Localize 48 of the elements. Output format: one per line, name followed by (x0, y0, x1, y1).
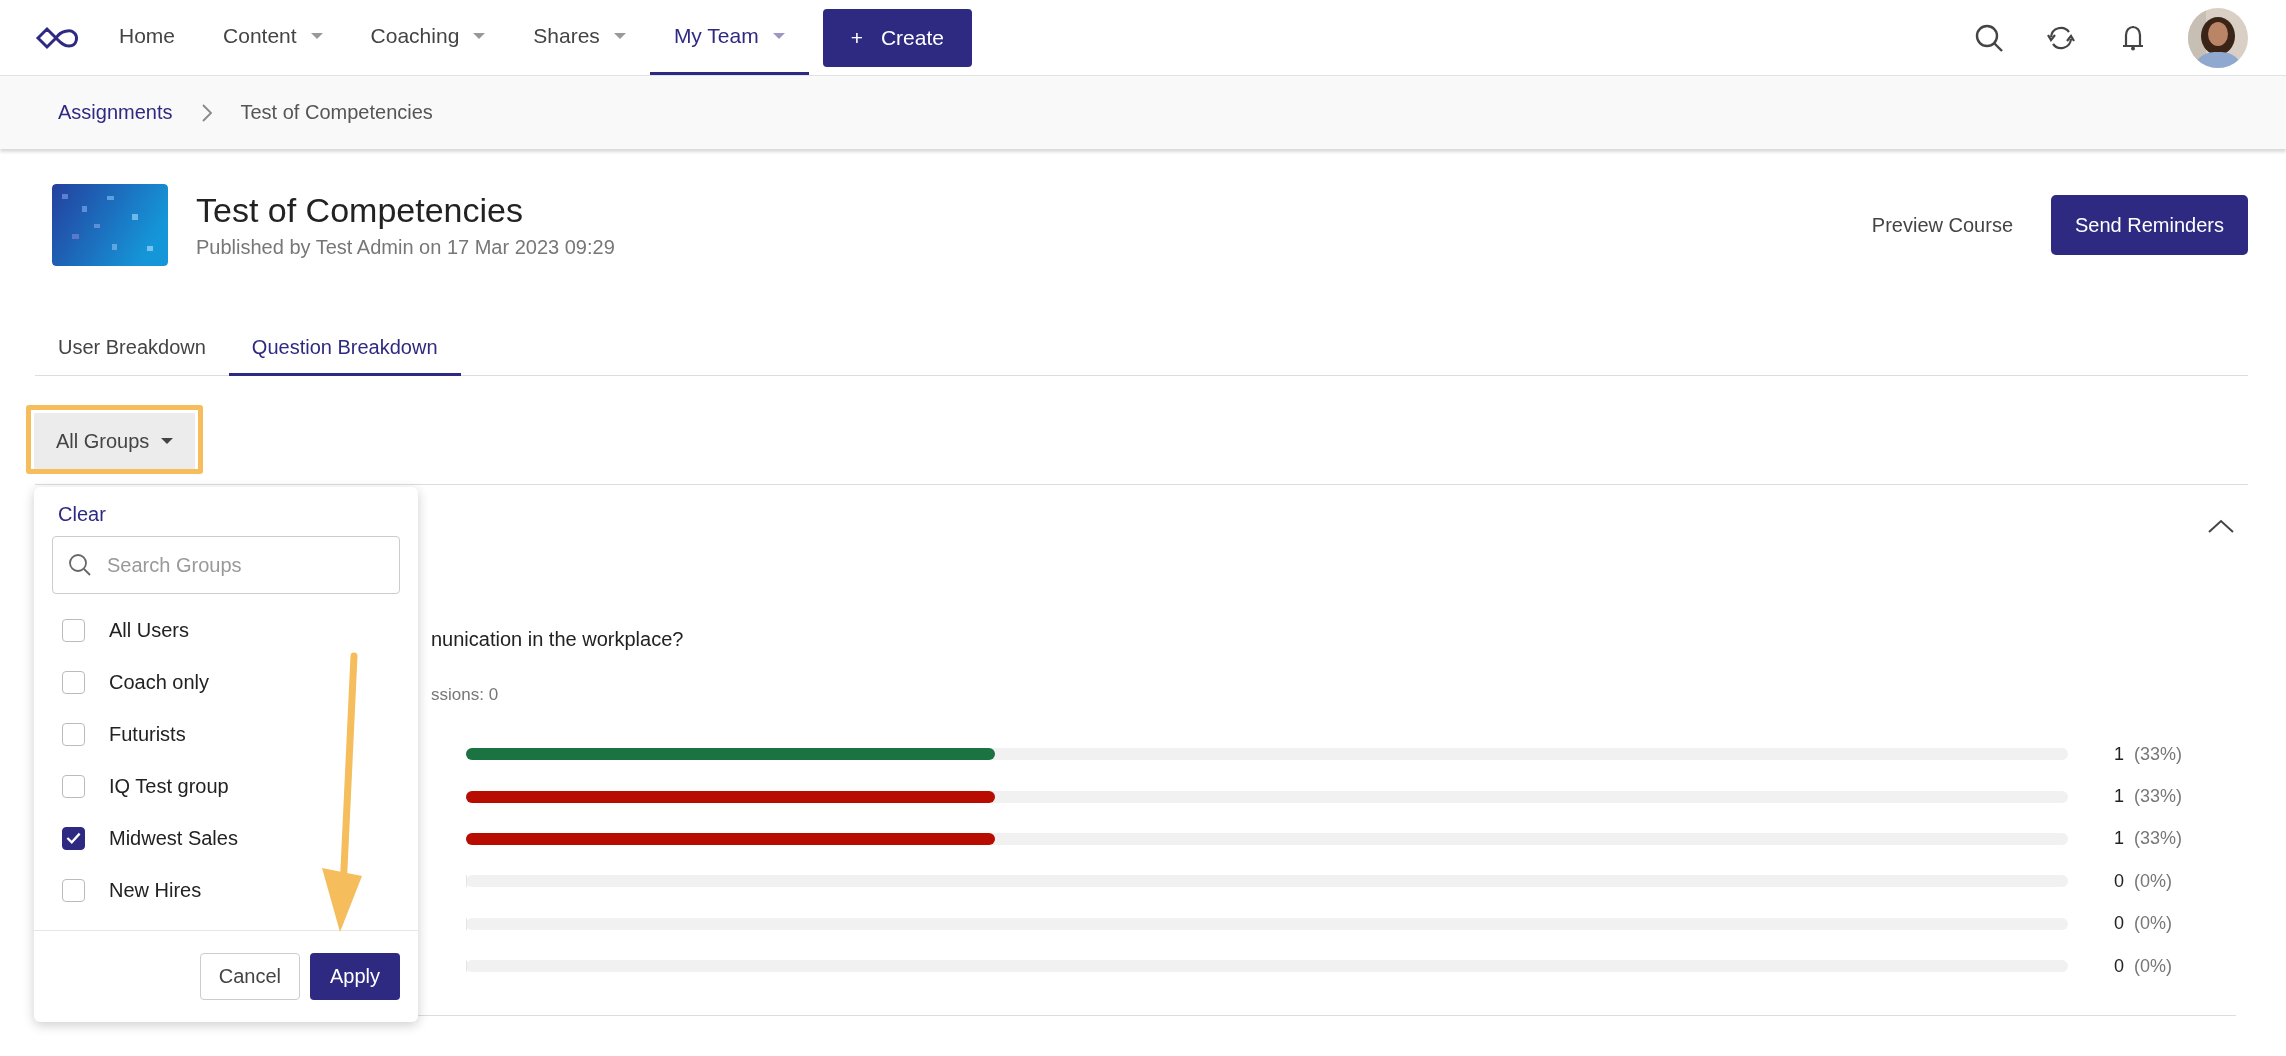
breadcrumb-current: Test of Competencies (240, 101, 433, 124)
group-option[interactable]: Coach only (109, 670, 210, 694)
answer-percent: (0%) (2134, 913, 2172, 935)
group-option[interactable]: New Hires (109, 878, 202, 902)
answer-percent: (33%) (2134, 743, 2182, 765)
search-icon (68, 553, 92, 577)
group-option[interactable]: All Users (109, 618, 189, 642)
create-button[interactable]: + Create (822, 8, 972, 67)
answer-count: 0 (2113, 870, 2124, 892)
group-option[interactable]: Futurists (109, 722, 186, 746)
nav-tab[interactable]: Home (95, 0, 200, 75)
answer-count: 1 (2113, 828, 2124, 850)
checkbox[interactable] (62, 878, 85, 902)
checkbox[interactable] (62, 826, 85, 850)
group-option[interactable]: IQ Test group (109, 774, 229, 798)
checkbox[interactable] (62, 670, 85, 694)
apply-button[interactable]: Apply (309, 953, 400, 1000)
answer-percent: (0%) (2134, 870, 2172, 892)
preview-course-link[interactable]: Preview Course (1871, 213, 2014, 237)
question-text: nunication in the workplace? (431, 628, 685, 651)
cancel-button[interactable]: Cancel (199, 953, 300, 1000)
course-title: Test of Competencies (196, 191, 524, 230)
breadcrumb-link[interactable]: Assignments (58, 101, 173, 124)
nav-tab[interactable]: Content (199, 0, 347, 75)
nav-tab[interactable]: Coaching (346, 0, 510, 75)
send-reminders-button[interactable]: Send Reminders (2051, 195, 2248, 255)
tab[interactable]: Question Breakdown (228, 326, 461, 376)
search-icon[interactable] (1974, 22, 2004, 53)
nav-tab[interactable]: Shares (509, 0, 650, 75)
published-info: Published by Test Admin on 17 Mar 2023 09:29 (196, 236, 615, 259)
group-option[interactable]: Midwest Sales (109, 826, 238, 850)
checkbox[interactable] (62, 774, 85, 798)
search-field[interactable]: Search Groups (52, 536, 400, 594)
answer-percent: (0%) (2134, 955, 2172, 977)
answer-percent: (33%) (2134, 786, 2182, 808)
chevron-right-icon (200, 102, 213, 123)
answer-count: 0 (2113, 913, 2124, 935)
answer-count: 0 (2113, 955, 2124, 977)
clear-link[interactable]: Clear (58, 503, 106, 526)
group-filter-dropdown[interactable]: All Groups (34, 413, 196, 469)
checkbox[interactable] (62, 722, 85, 746)
answer-count: 1 (2113, 743, 2124, 765)
tab[interactable]: User Breakdown (35, 326, 229, 376)
question-meta: ssions: 0 (431, 685, 500, 705)
answer-percent: (33%) (2134, 828, 2182, 850)
answer-count: 1 (2113, 786, 2124, 808)
collapse-icon[interactable] (2208, 519, 2234, 533)
checkbox[interactable] (62, 618, 85, 642)
